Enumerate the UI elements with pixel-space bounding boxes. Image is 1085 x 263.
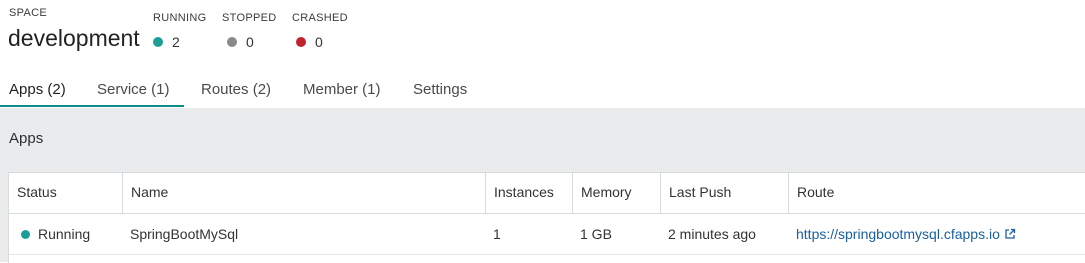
- space-label: SPACE: [9, 7, 47, 19]
- stopped-status-dot-icon: [227, 37, 237, 47]
- stat-stopped-value: 0: [246, 34, 254, 50]
- running-status-dot-icon: [21, 229, 30, 239]
- active-tab-indicator: [0, 105, 184, 107]
- space-name: development: [8, 25, 140, 51]
- running-status-dot-icon: [153, 37, 163, 47]
- cell-route: https://springbootmysql.cfapps.io: [788, 214, 1085, 254]
- tab-service[interactable]: Service (1): [97, 81, 170, 107]
- stat-stopped: STOPPED 0: [222, 12, 276, 50]
- table-header: Status Name Instances Memory Last Push R…: [9, 173, 1085, 214]
- table-row[interactable]: Running SpringBootMySql 1 1 GB 2 minutes…: [9, 214, 1085, 255]
- external-link-icon[interactable]: [1004, 215, 1016, 255]
- header-last-push[interactable]: Last Push: [660, 173, 788, 213]
- status-text: Running: [38, 226, 91, 242]
- stat-crashed: CRASHED 0: [292, 12, 348, 50]
- header-memory[interactable]: Memory: [572, 173, 660, 213]
- cell-instances: 1: [493, 226, 501, 242]
- tab-settings[interactable]: Settings: [413, 81, 467, 107]
- tab-apps[interactable]: Apps (2): [9, 81, 66, 107]
- stat-running-value: 2: [172, 34, 180, 50]
- cell-last-push: 2 minutes ago: [668, 226, 756, 242]
- cell-memory: 1 GB: [580, 226, 612, 242]
- stat-running-label: RUNNING: [153, 12, 207, 24]
- header-instances[interactable]: Instances: [485, 173, 574, 213]
- cell-status: Running: [13, 214, 122, 254]
- route-link[interactable]: https://springbootmysql.cfapps.io: [796, 226, 1000, 242]
- stat-running: RUNNING 2: [153, 12, 206, 50]
- cell-name[interactable]: SpringBootMySql: [122, 214, 488, 254]
- apps-panel: Apps Status Name Instances Memory Last P…: [0, 108, 1085, 263]
- tab-bar: Apps (2) Service (1) Routes (2) Member (…: [0, 78, 1085, 108]
- crashed-status-dot-icon: [296, 37, 306, 47]
- stat-crashed-value: 0: [315, 34, 323, 50]
- header-route[interactable]: Route: [788, 173, 1085, 213]
- tab-routes[interactable]: Routes (2): [201, 81, 271, 107]
- stat-crashed-label: CRASHED: [292, 12, 348, 24]
- tab-member[interactable]: Member (1): [303, 81, 381, 107]
- panel-title: Apps: [9, 130, 44, 147]
- header-status[interactable]: Status: [9, 173, 122, 213]
- apps-table: Status Name Instances Memory Last Push R…: [8, 172, 1085, 263]
- stat-stopped-label: STOPPED: [222, 12, 277, 24]
- header-name[interactable]: Name: [122, 173, 488, 213]
